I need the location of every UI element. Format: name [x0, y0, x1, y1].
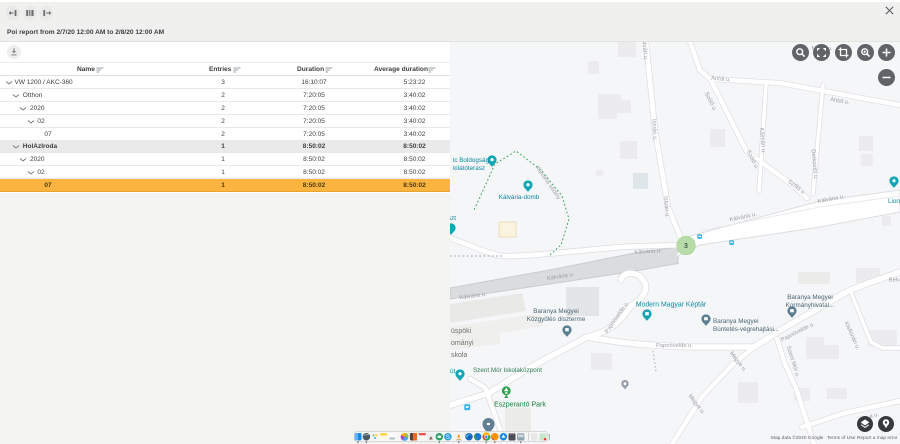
svg-text:Szőlő u.: Szőlő u.	[786, 179, 807, 197]
svg-text:István u.: István u.	[641, 42, 648, 61]
svg-text:S: S	[446, 434, 450, 440]
svg-text:Modern Magyar Képtár: Modern Magyar Képtár	[636, 302, 707, 309]
svg-text:kilátóterasz: kilátóterasz	[453, 165, 485, 172]
svg-text:Eszperantó Park: Eszperantó Park	[494, 402, 546, 409]
svg-text:Büntetés-végrehajtási...: Büntetés-végrehajtási...	[713, 326, 779, 333]
svg-text:út: út	[450, 368, 456, 375]
svg-text:Szent Mór Iskolaközpont: Szent Mór Iskolaközpont	[473, 367, 542, 374]
svg-text:lc Boldogság: lc Boldogság	[453, 157, 490, 164]
svg-text:Baranya Megyei: Baranya Megyei	[533, 308, 579, 315]
svg-text:skola: skola	[451, 352, 467, 359]
svg-text:Kormányhivatal...: Kormányhivatal...	[786, 302, 835, 309]
svg-text:3: 3	[684, 243, 688, 250]
svg-text:Kálvária-domb: Kálvária-domb	[499, 194, 540, 201]
svg-text:Belvá: Belvá	[889, 278, 900, 284]
svg-text:Papnövelde u.: Papnövelde u.	[656, 343, 693, 349]
svg-text:István u.: István u.	[662, 196, 670, 219]
svg-text:Közgyűlés díszterme: Közgyűlés díszterme	[527, 316, 586, 323]
svg-text:Baranya Megyei: Baranya Megyei	[787, 294, 833, 301]
svg-text:Lions: Lions	[888, 198, 900, 205]
svg-text:ományi: ományi	[451, 340, 474, 347]
svg-text:üspöki: üspöki	[451, 328, 472, 335]
svg-text:Derkovits u.: Derkovits u.	[810, 149, 819, 180]
svg-text:szt: szt	[450, 215, 456, 222]
svg-text:István u.: István u.	[650, 119, 657, 142]
svg-text:Kisflórián u.: Kisflórián u.	[843, 321, 861, 351]
svg-text:Baranya Megyei: Baranya Megyei	[713, 318, 759, 325]
